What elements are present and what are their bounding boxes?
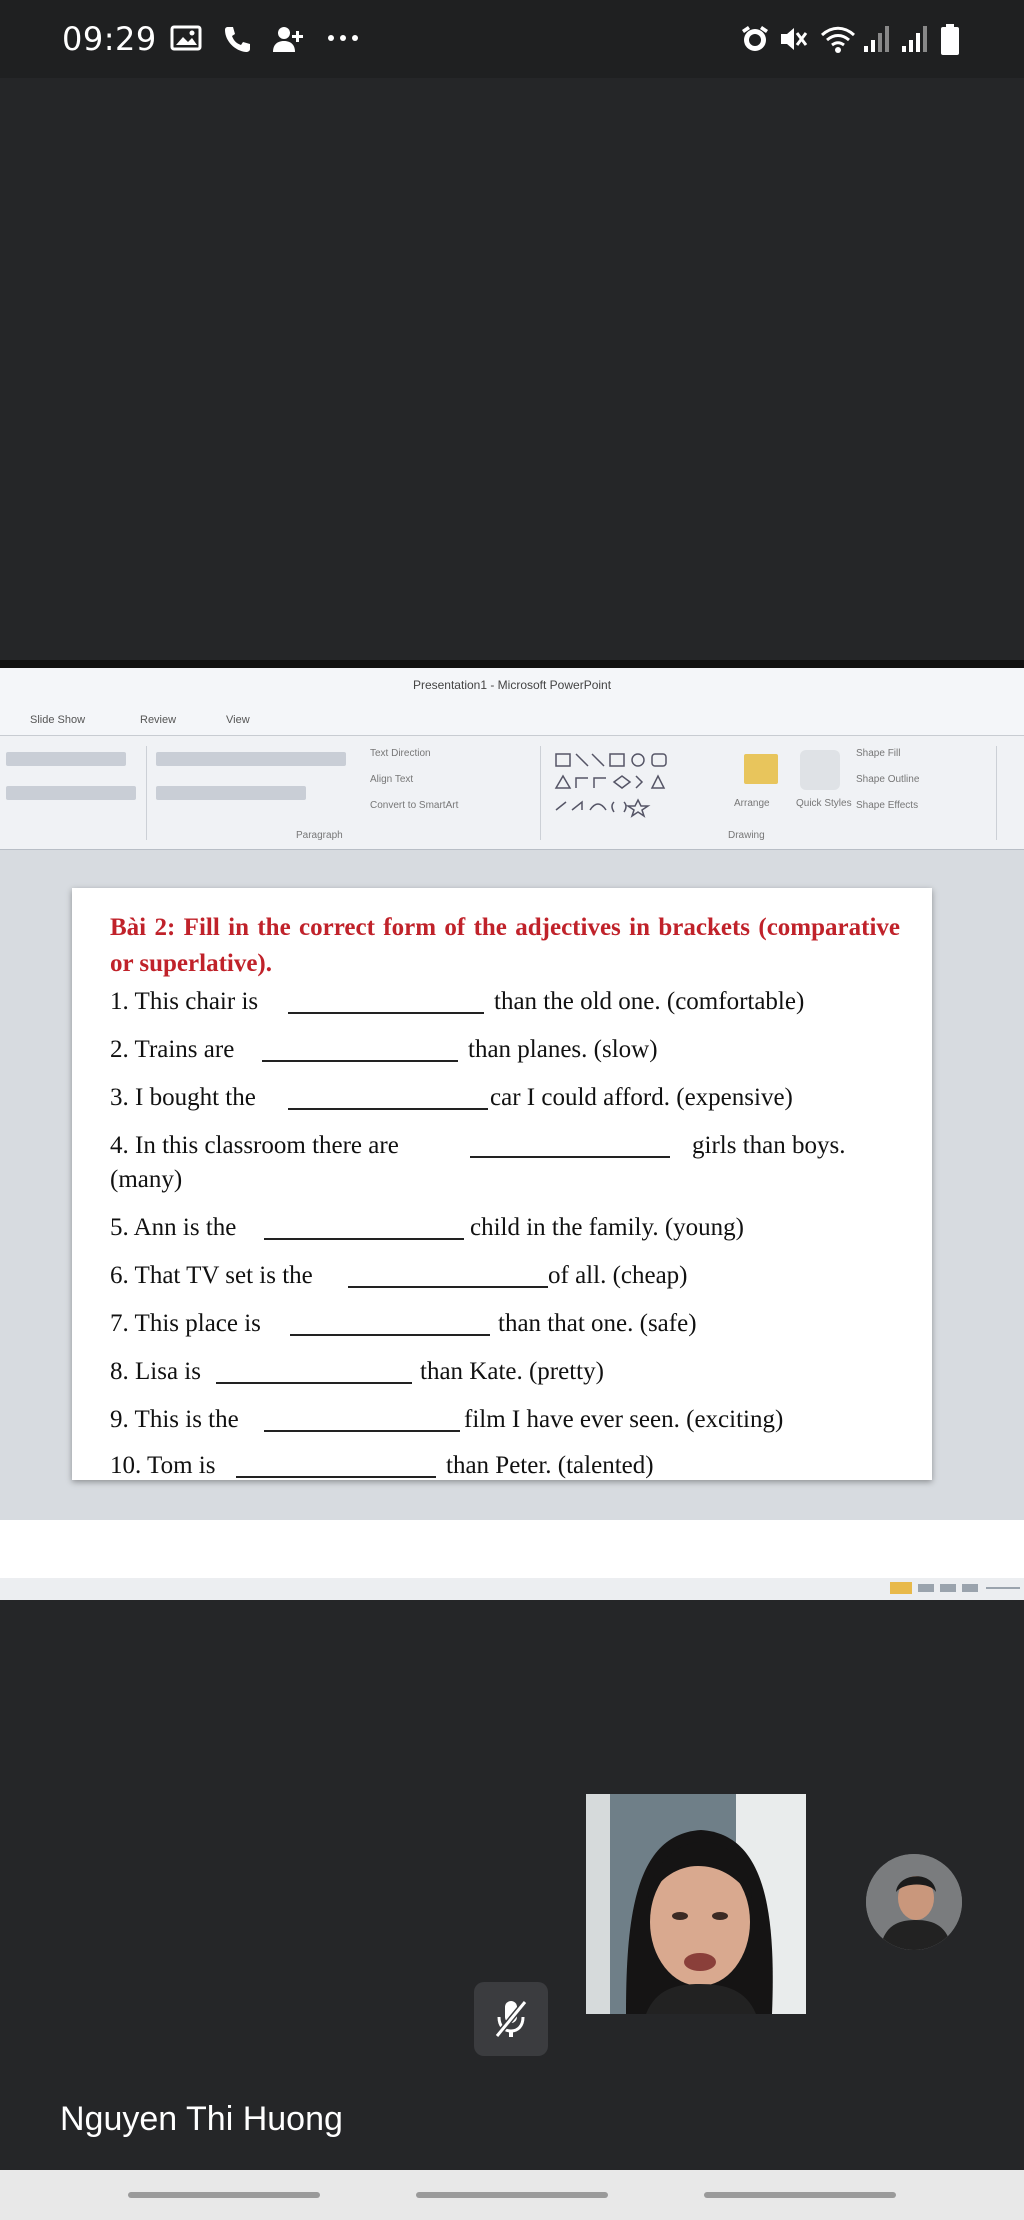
recent-apps-button[interactable] bbox=[128, 2192, 320, 2198]
home-button[interactable] bbox=[416, 2192, 608, 2198]
exercise-7-start: 7. This place is bbox=[110, 1310, 261, 1337]
exercise-8-start: 8. Lisa is bbox=[110, 1358, 201, 1385]
shared-screen[interactable]: Presentation1 - Microsoft PowerPoint Sli… bbox=[0, 660, 1024, 1600]
exercise-4-start: 4. In this classroom there are bbox=[110, 1132, 399, 1159]
signal-icon bbox=[900, 24, 930, 59]
tab-view[interactable]: View bbox=[226, 714, 250, 726]
exercise-9-start: 9. This is the bbox=[110, 1406, 239, 1433]
back-button[interactable] bbox=[704, 2192, 896, 2198]
align-controls[interactable] bbox=[156, 786, 306, 800]
answer-blank bbox=[288, 1012, 484, 1014]
shape-effects-button[interactable]: Shape Effects bbox=[856, 800, 918, 811]
exercise-5-start: 5. Ann is the bbox=[110, 1214, 237, 1241]
exercise-2-end: than planes. (slow) bbox=[468, 1036, 658, 1063]
answer-blank bbox=[288, 1108, 488, 1110]
microphone-off-icon bbox=[494, 2000, 528, 2038]
gallery-icon bbox=[170, 24, 202, 57]
exercise-8-end: than Kate. (pretty) bbox=[420, 1358, 604, 1385]
exercise-1-end: than the old one. (comfortable) bbox=[494, 988, 805, 1015]
exercise-heading: Bài 2: Fill in the correct form of the a… bbox=[110, 914, 900, 977]
arrange-button[interactable]: Arrange bbox=[734, 798, 770, 809]
participant-video[interactable] bbox=[586, 1794, 806, 2014]
exercise-9-end: film I have ever seen. (exciting) bbox=[464, 1406, 784, 1433]
paragraph-group-label: Paragraph bbox=[296, 830, 343, 841]
exercise-3-end: car I could afford. (expensive) bbox=[490, 1084, 793, 1111]
convert-smartart-button[interactable]: Convert to SmartArt bbox=[370, 800, 458, 811]
quick-styles-button[interactable]: Quick Styles bbox=[796, 798, 852, 809]
exercise-4-continuation: (many) bbox=[110, 1166, 183, 1193]
ppt-window-title: Presentation1 - Microsoft PowerPoint bbox=[412, 678, 612, 692]
font-format-controls[interactable] bbox=[6, 786, 136, 800]
exercise-7-end: than that one. (safe) bbox=[498, 1310, 697, 1337]
exercise-6-start: 6. That TV set is the bbox=[110, 1262, 313, 1289]
answer-blank bbox=[348, 1286, 548, 1288]
exercise-4-end: girls than boys. bbox=[692, 1132, 846, 1159]
signal-icon bbox=[862, 24, 892, 59]
answer-blank bbox=[264, 1238, 464, 1240]
exercise-6-end: of all. (cheap) bbox=[548, 1262, 688, 1289]
navigation-bar bbox=[0, 2170, 1024, 2220]
exercise-5-end: child in the family. (young) bbox=[470, 1214, 745, 1241]
exercise-2-start: 2. Trains are bbox=[110, 1036, 235, 1063]
ribbon-separator bbox=[146, 746, 147, 840]
exercise-10-end: than Peter. (talented) bbox=[446, 1452, 654, 1479]
alarm-icon bbox=[738, 24, 772, 59]
font-size-controls[interactable] bbox=[6, 752, 126, 766]
status-bar: 09:29 bbox=[0, 0, 1024, 78]
exercise-10-start: 10. Tom is bbox=[110, 1452, 216, 1479]
tab-review[interactable]: Review bbox=[140, 714, 176, 726]
arrange-icon[interactable] bbox=[744, 754, 778, 784]
answer-blank bbox=[216, 1382, 412, 1384]
answer-blank bbox=[236, 1476, 436, 1478]
exercise-3-start: 3. I bought the bbox=[110, 1084, 256, 1111]
tab-slide-show[interactable]: Slide Show bbox=[30, 714, 85, 726]
shape-fill-button[interactable]: Shape Fill bbox=[856, 748, 900, 759]
align-text-button[interactable]: Align Text bbox=[370, 774, 413, 785]
slide-editing-area: Bài 2: Fill in the correct form of the a… bbox=[0, 850, 1024, 1520]
list-controls[interactable] bbox=[156, 752, 346, 766]
video-area-top bbox=[0, 78, 1024, 660]
ribbon-separator bbox=[540, 746, 541, 840]
phone-icon bbox=[222, 24, 252, 59]
ppt-title-bar: Presentation1 - Microsoft PowerPoint bbox=[0, 668, 1024, 708]
ppt-ribbon-tabs: Slide Show Review View bbox=[0, 708, 1024, 736]
quick-styles-icon[interactable] bbox=[800, 750, 840, 790]
video-area-bottom: Nguyen Thi Huong bbox=[0, 1600, 1024, 2170]
participant-avatar[interactable] bbox=[866, 1854, 962, 1950]
exercise-1-start: 1. This chair is bbox=[110, 988, 259, 1015]
drawing-group-label: Drawing bbox=[728, 830, 765, 841]
slide[interactable]: Bài 2: Fill in the correct form of the a… bbox=[72, 888, 932, 1480]
battery-icon bbox=[940, 24, 960, 61]
notes-area[interactable] bbox=[0, 1520, 1024, 1578]
shape-outline-button[interactable]: Shape Outline bbox=[856, 774, 919, 785]
shapes-gallery-icon[interactable] bbox=[552, 750, 722, 820]
ribbon-separator bbox=[996, 746, 997, 840]
status-strip bbox=[0, 1578, 1024, 1600]
ppt-ribbon: Text Direction Align Text Convert to Sma… bbox=[0, 736, 1024, 850]
answer-blank bbox=[264, 1430, 460, 1432]
add-contact-icon bbox=[270, 24, 304, 59]
participant-name: Nguyen Thi Huong bbox=[60, 2100, 343, 2138]
text-direction-button[interactable]: Text Direction bbox=[370, 748, 431, 759]
answer-blank bbox=[290, 1334, 490, 1336]
wifi-icon bbox=[820, 24, 856, 59]
answer-blank bbox=[262, 1060, 458, 1062]
mute-button[interactable] bbox=[474, 1982, 548, 2056]
status-time: 09:29 bbox=[62, 20, 157, 58]
view-buttons-icon[interactable] bbox=[890, 1582, 1020, 1594]
more-icon bbox=[326, 24, 360, 57]
mute-icon bbox=[778, 24, 808, 59]
answer-blank bbox=[470, 1156, 670, 1158]
